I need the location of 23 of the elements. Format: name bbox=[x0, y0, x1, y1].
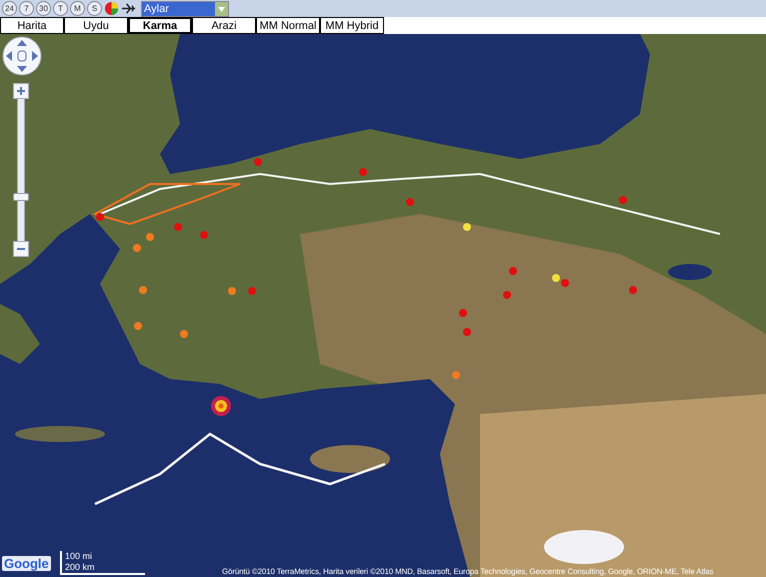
filter-button[interactable]: 7 bbox=[19, 1, 34, 16]
scale-label: 100 mi bbox=[65, 551, 94, 562]
filter-button[interactable]: T bbox=[53, 1, 68, 16]
filter-button[interactable]: S bbox=[87, 1, 102, 16]
map-type-tab[interactable]: Arazi bbox=[192, 17, 256, 34]
zoom-slider-handle[interactable] bbox=[13, 192, 29, 201]
filter-button[interactable]: 24 bbox=[2, 1, 17, 16]
filter-button[interactable]: 30 bbox=[36, 1, 51, 16]
scale-label: 200 km bbox=[65, 562, 96, 573]
map-type-tab[interactable]: MM Hybrid bbox=[320, 17, 384, 34]
pan-control-icon[interactable] bbox=[2, 36, 42, 76]
map-type-tab[interactable]: Karma bbox=[128, 17, 192, 34]
period-select[interactable]: Aylar bbox=[141, 0, 229, 16]
color-wheel-icon[interactable] bbox=[104, 1, 119, 16]
zoom-out-button[interactable] bbox=[13, 241, 29, 257]
map-type-tab[interactable]: Uydu bbox=[64, 17, 128, 34]
filter-button[interactable]: M bbox=[70, 1, 85, 16]
zoom-in-button[interactable] bbox=[13, 83, 29, 99]
map-type-tab[interactable]: Harita bbox=[0, 17, 64, 34]
plane-icon[interactable] bbox=[121, 1, 136, 16]
map-logo[interactable]: Google bbox=[2, 556, 51, 571]
map-type-tab[interactable]: MM Normal bbox=[256, 17, 320, 34]
plus-icon bbox=[16, 86, 26, 96]
